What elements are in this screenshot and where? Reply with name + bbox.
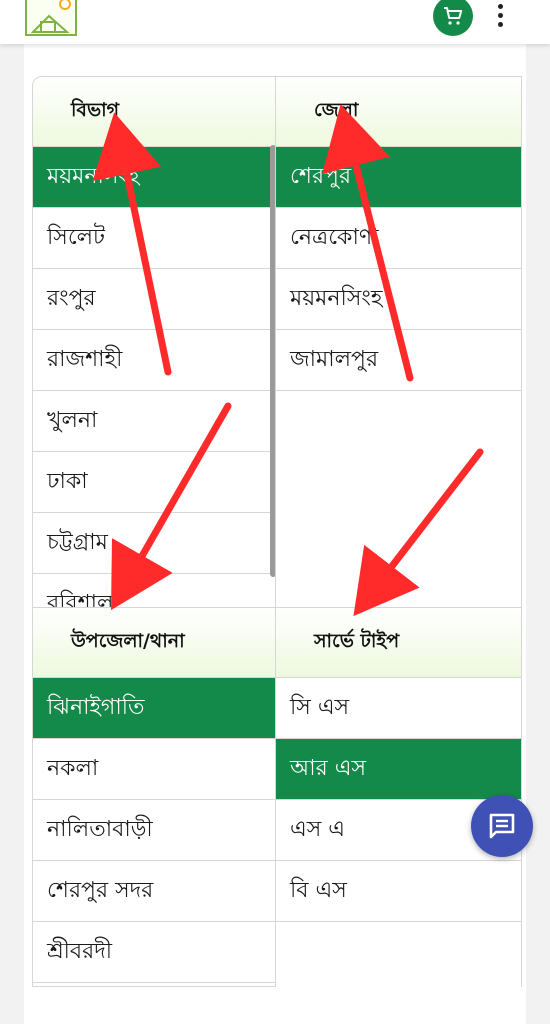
upazila-item-jhenaigati[interactable]: ঝিনাইগাতি [33, 678, 275, 739]
survey-type-item-bs[interactable]: বি এস [276, 861, 521, 922]
district-list[interactable]: শেরপুর নেত্রকোণা ময়মনসিংহ জামালপুর [276, 147, 521, 391]
survey-type-title: সার্ভে টাইপ [314, 629, 400, 652]
division-list[interactable]: ময়মনসিংহ সিলেট রংপুর রাজশাহী খুলনা ঢাকা… [33, 147, 275, 608]
survey-type-panel: সার্ভে টাইপ সি এস আর এস এস এ বি এস [276, 607, 522, 987]
chat-message-icon [489, 813, 515, 839]
division-panel: বিভাগ ময়মনসিংহ সিলেট রংপুর রাজশাহী খুলন… [32, 76, 276, 608]
division-item-sylhet[interactable]: সিলেট [33, 208, 275, 269]
house-with-sun-logo-icon[interactable] [25, 0, 77, 36]
district-panel: জেলা শেরপুর নেত্রকোণা ময়মনসিংহ জামালপুর [276, 76, 522, 608]
upazila-list[interactable]: ঝিনাইগাতি নকলা নালিতাবাড়ী শেরপুর সদর শ্… [33, 678, 275, 983]
shopping-cart-icon [444, 7, 463, 25]
division-item-mymensingh[interactable]: ময়মনসিংহ [33, 147, 275, 208]
district-item-jamalpur[interactable]: জামালপুর [276, 330, 521, 391]
upazila-panel: উপজেলা/থানা ঝিনাইগাতি নকলা নালিতাবাড়ী শ… [32, 607, 276, 987]
division-item-dhaka[interactable]: ঢাকা [33, 452, 275, 513]
more-vertical-icon[interactable] [490, 0, 510, 30]
district-header: জেলা [276, 77, 521, 147]
survey-type-item-cs[interactable]: সি এস [276, 678, 521, 739]
district-item-netrokona[interactable]: নেত্রকোণা [276, 208, 521, 269]
upazila-item-nakla[interactable]: নকলা [33, 739, 275, 800]
division-item-khulna[interactable]: খুলনা [33, 391, 275, 452]
upazila-title: উপজেলা/থানা [71, 629, 185, 652]
division-item-rajshahi[interactable]: রাজশাহী [33, 330, 275, 391]
survey-type-header: সার্ভে টাইপ [276, 608, 521, 678]
division-item-barishal[interactable]: বরিশাল [33, 574, 275, 608]
upazila-header: উপজেলা/থানা [33, 608, 275, 678]
division-item-chattogram[interactable]: চট্টগ্রাম [33, 513, 275, 574]
division-header: বিভাগ [33, 77, 275, 147]
district-item-mymensingh[interactable]: ময়মনসিংহ [276, 269, 521, 330]
upazila-item-sherpur-sadar[interactable]: শেরপুর সদর [33, 861, 275, 922]
app-header [0, 0, 550, 44]
division-title: বিভাগ [71, 98, 120, 121]
shopping-cart-button[interactable] [433, 0, 473, 36]
chat-button[interactable] [471, 795, 533, 857]
district-title: জেলা [314, 98, 359, 121]
upazila-item-sreebardi[interactable]: শ্রীবরদী [33, 922, 275, 983]
division-item-rangpur[interactable]: রংপুর [33, 269, 275, 330]
district-item-sherpur[interactable]: শেরপুর [276, 147, 521, 208]
upazila-item-nalitabari[interactable]: নালিতাবাড়ী [33, 800, 275, 861]
survey-type-item-rs[interactable]: আর এস [276, 739, 521, 800]
